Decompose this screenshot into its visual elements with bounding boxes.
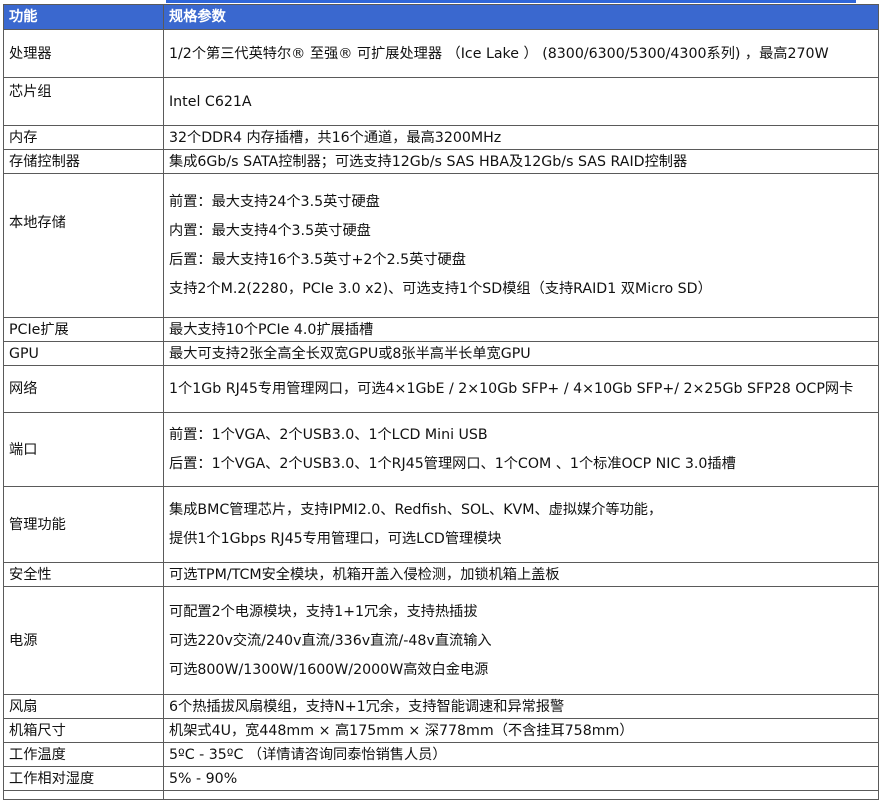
header-spec: 规格参数 — [163, 4, 879, 30]
row-label: PCIe扩展 — [3, 317, 164, 342]
table-row-empty — [3, 790, 879, 800]
value-line: 提供1个1Gbps RJ45专用管理口，可选LCD管理模块 — [169, 531, 502, 547]
value-line: 前置：最大支持24个3.5英寸硬盘 — [169, 194, 380, 210]
table-row: 机箱尺寸 机架式4U，宽448mm × 高175mm × 深778mm（不含挂耳… — [3, 718, 879, 743]
row-value: 可选TPM/TCM安全模块，机箱开盖入侵检测，加锁机箱上盖板 — [163, 562, 879, 587]
table-row: 安全性 可选TPM/TCM安全模块，机箱开盖入侵检测，加锁机箱上盖板 — [3, 562, 879, 587]
table-row: 风扇 6个热插拔风扇模组，支持N+1冗余，支持智能调速和异常报警 — [3, 694, 879, 719]
table-row: 芯片组 Intel C621A — [3, 77, 879, 126]
row-label: 存储控制器 — [3, 149, 164, 174]
row-value: 机架式4U，宽448mm × 高175mm × 深778mm（不含挂耳758mm… — [163, 718, 879, 743]
row-value: 集成BMC管理芯片，支持IPMI2.0、Redfish、SOL、KVM、虚拟媒介… — [163, 486, 879, 563]
value-line: 前置：1个VGA、2个USB3.0、1个LCD Mini USB — [169, 427, 488, 443]
table-row: 电源 可配置2个电源模块，支持1+1冗余，支持热插拔 可选220v交流/240v… — [3, 586, 879, 695]
table-row: PCIe扩展 最大支持10个PCIe 4.0扩展插槽 — [3, 317, 879, 342]
row-label: 端口 — [3, 412, 164, 487]
row-value: 前置：1个VGA、2个USB3.0、1个LCD Mini USB 后置：1个VG… — [163, 412, 879, 487]
row-label: 管理功能 — [3, 486, 164, 563]
table-row: 处理器 1/2个第三代英特尔® 至强® 可扩展处理器 （Ice Lake ） (… — [3, 29, 879, 78]
row-value: 5ºC - 35ºC （详情请咨询同泰怡销售人员） — [163, 742, 879, 767]
table-row: 存储控制器 集成6Gb/s SATA控制器；可选支持12Gb/s SAS HBA… — [3, 149, 879, 174]
value-line: 支持2个M.2(2280，PCIe 3.0 x2)、可选支持1个SD模组（支持R… — [169, 281, 712, 297]
row-value: 1个1Gb RJ45专用管理网口，可选4×1GbE / 2×10Gb SFP+ … — [163, 365, 879, 413]
row-label: 风扇 — [3, 694, 164, 719]
row-label: GPU — [3, 341, 164, 366]
row-label: 处理器 — [3, 29, 164, 78]
table-row: 工作相对湿度 5% - 90% — [3, 766, 879, 791]
empty-cell — [3, 790, 164, 800]
row-label: 机箱尺寸 — [3, 718, 164, 743]
row-label: 安全性 — [3, 562, 164, 587]
value-line: 内置：最大支持4个3.5英寸硬盘 — [169, 223, 371, 239]
value-line: 后置：1个VGA、2个USB3.0、1个RJ45管理网口、1个COM 、1个标准… — [169, 456, 736, 472]
value-line: 可选220v交流/240v直流/336v直流/-48v直流输入 — [169, 632, 492, 649]
table-row: 网络 1个1Gb RJ45专用管理网口，可选4×1GbE / 2×10Gb SF… — [3, 365, 879, 413]
value-line: 集成BMC管理芯片，支持IPMI2.0、Redfish、SOL、KVM、虚拟媒介… — [169, 502, 663, 518]
row-value: 前置：最大支持24个3.5英寸硬盘 内置：最大支持4个3.5英寸硬盘 后置：最大… — [163, 173, 879, 318]
row-value: 最大支持10个PCIe 4.0扩展插槽 — [163, 317, 879, 342]
table-row: GPU 最大可支持2张全高全长双宽GPU或8张半高半长单宽GPU — [3, 341, 879, 366]
row-value: 6个热插拔风扇模组，支持N+1冗余，支持智能调速和异常报警 — [163, 694, 879, 719]
row-value: 可配置2个电源模块，支持1+1冗余，支持热插拔 可选220v交流/240v直流/… — [163, 586, 879, 695]
header-function: 功能 — [3, 4, 164, 30]
table-row: 本地存储 前置：最大支持24个3.5英寸硬盘 内置：最大支持4个3.5英寸硬盘 … — [3, 173, 879, 318]
spec-table: 功能 规格参数 处理器 1/2个第三代英特尔® 至强® 可扩展处理器 （Ice … — [3, 4, 879, 800]
row-label: 芯片组 — [3, 77, 164, 126]
row-label: 电源 — [3, 586, 164, 695]
empty-cell — [163, 790, 879, 800]
row-value: 集成6Gb/s SATA控制器；可选支持12Gb/s SAS HBA及12Gb/… — [163, 149, 879, 174]
value-line: 后置：最大支持16个3.5英寸+2个2.5英寸硬盘 — [169, 252, 466, 268]
row-label: 本地存储 — [3, 173, 164, 318]
row-value: 最大可支持2张全高全长双宽GPU或8张半高半长单宽GPU — [163, 341, 879, 366]
table-row: 工作温度 5ºC - 35ºC （详情请咨询同泰怡销售人员） — [3, 742, 879, 767]
value-line: 可配置2个电源模块，支持1+1冗余，支持热插拔 — [169, 603, 478, 620]
row-value: Intel C621A — [163, 77, 879, 126]
table-row: 内存 32个DDR4 内存插槽，共16个通道，最高3200MHz — [3, 125, 879, 150]
table-row: 管理功能 集成BMC管理芯片，支持IPMI2.0、Redfish、SOL、KVM… — [3, 486, 879, 563]
row-value: 32个DDR4 内存插槽，共16个通道，最高3200MHz — [163, 125, 879, 150]
row-value: 5% - 90% — [163, 766, 879, 791]
row-label: 工作相对湿度 — [3, 766, 164, 791]
value-line: 可选800W/1300W/1600W/2000W高效白金电源 — [169, 661, 489, 678]
row-value: 1/2个第三代英特尔® 至强® 可扩展处理器 （Ice Lake ） (8300… — [163, 29, 879, 78]
table-row: 端口 前置：1个VGA、2个USB3.0、1个LCD Mini USB 后置：1… — [3, 412, 879, 487]
row-label: 内存 — [3, 125, 164, 150]
row-label: 网络 — [3, 365, 164, 413]
row-label: 工作温度 — [3, 742, 164, 767]
table-header-row: 功能 规格参数 — [3, 4, 879, 30]
